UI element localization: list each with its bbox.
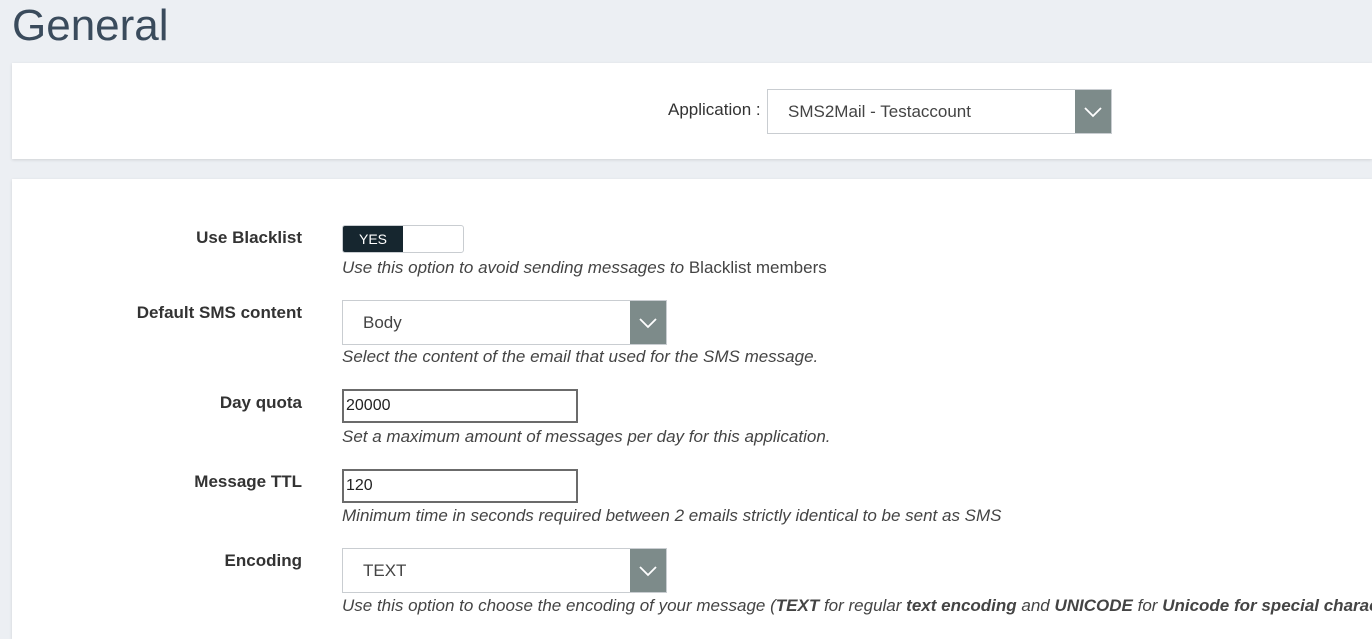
application-label: Application : [668,100,761,119]
settings-form: Use Blacklist YES Use this option to avo… [12,179,1372,639]
application-select[interactable]: SMS2Mail - Testaccount [767,89,1112,134]
blacklist-toggle-value: YES [343,226,403,252]
sms-content-label: Default SMS content [136,303,302,322]
blacklist-toggle[interactable]: YES [342,225,464,253]
blacklist-help: Use this option to avoid sending message… [342,258,827,278]
sms-content-select-value: Body [363,313,402,332]
encoding-help-unicode-desc: Unicode for special characters [1162,596,1372,615]
chevron-down-icon[interactable] [1075,90,1111,133]
page-title: General [12,1,169,50]
message-ttl-input[interactable] [342,469,578,503]
encoding-help-text-code: TEXT [775,596,820,615]
application-panel: Application : SMS2Mail - Testaccount [12,63,1372,159]
encoding-help-part: for regular [819,596,907,615]
blacklist-help-text: Use this option to avoid sending message… [342,258,689,277]
encoding-select-value: TEXT [363,561,407,580]
sms-content-help: Select the content of the email that use… [342,347,819,366]
chevron-down-icon[interactable] [630,549,666,592]
encoding-help: Use this option to choose the encoding o… [342,596,1372,616]
application-select-value: SMS2Mail - Testaccount [788,102,971,121]
day-quota-help: Set a maximum amount of messages per day… [342,427,831,446]
day-quota-input[interactable] [342,389,578,423]
encoding-label: Encoding [224,551,302,570]
encoding-help-text-desc: text encoding [906,596,1017,615]
encoding-help-unicode-code: UNICODE [1054,596,1133,615]
message-ttl-label: Message TTL [194,472,302,491]
encoding-help-part: for [1132,596,1163,615]
encoding-help-part: and [1016,596,1055,615]
day-quota-label: Day quota [219,393,302,412]
message-ttl-help: Minimum time in seconds required between… [342,506,1002,525]
blacklist-help-link: Blacklist members [688,258,827,277]
sms-content-select[interactable]: Body [342,300,667,345]
blacklist-label: Use Blacklist [196,228,302,247]
chevron-down-icon[interactable] [630,301,666,344]
encoding-help-part: Use this option to choose the encoding o… [342,596,776,615]
encoding-select[interactable]: TEXT [342,548,667,593]
